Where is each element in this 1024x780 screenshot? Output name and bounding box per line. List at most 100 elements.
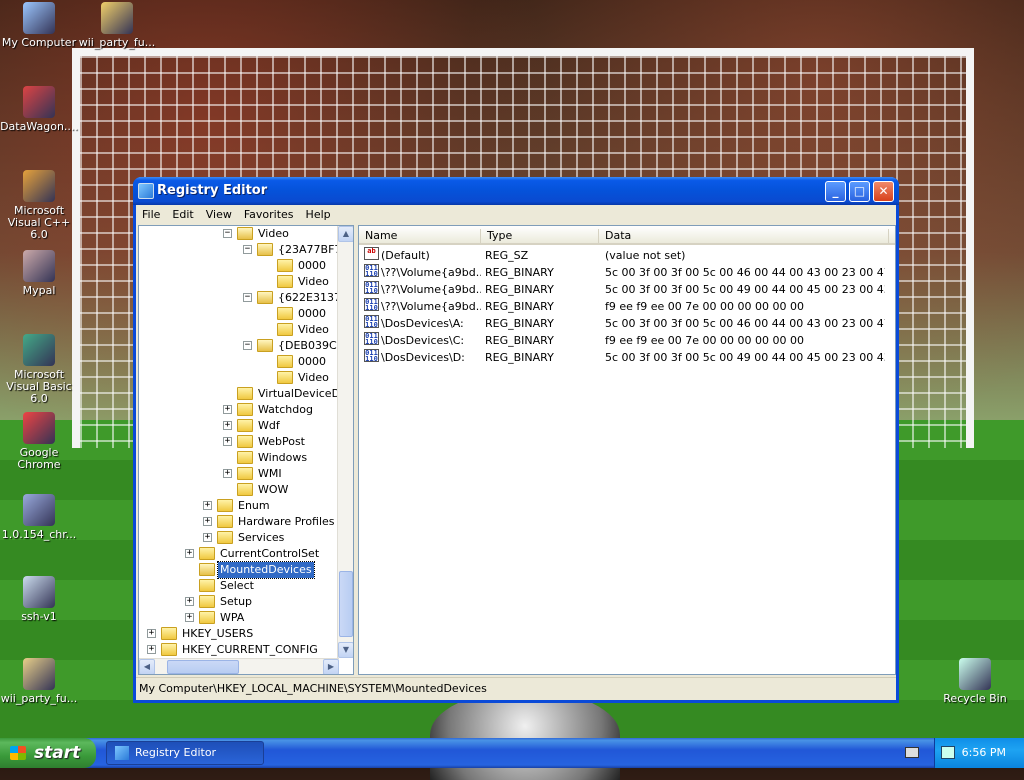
collapse-icon[interactable]: − xyxy=(243,293,252,302)
expand-icon[interactable]: + xyxy=(185,549,194,558)
clock[interactable]: 6:56 PM xyxy=(962,738,1006,768)
tree-item[interactable]: + Setup xyxy=(139,594,339,610)
start-label: start xyxy=(34,743,81,763)
collapse-icon[interactable]: − xyxy=(223,229,232,238)
tree-item[interactable]: Windows xyxy=(139,450,339,466)
expand-icon[interactable]: + xyxy=(223,421,232,430)
value-row[interactable]: 011 110 \??\Volume{a9bd... REG_BINARY f9 ee… xyxy=(359,298,895,315)
scroll-right-button[interactable]: ▶ xyxy=(323,659,339,674)
value-row[interactable]: 011 110 \??\Volume{a9bd... REG_BINARY 5c 00… xyxy=(359,264,895,281)
desktop-icon[interactable]: wii_party_fu... xyxy=(0,658,78,705)
desktop-icon[interactable]: Microsoft Visual Basic 6.0 xyxy=(0,334,78,405)
scroll-down-button[interactable]: ▼ xyxy=(338,642,353,658)
tree-item[interactable]: + CurrentControlSet xyxy=(139,546,339,562)
expand-icon[interactable]: + xyxy=(223,469,232,478)
binary-value-icon: 011 110 xyxy=(364,298,379,311)
tree-item[interactable]: + WMI xyxy=(139,466,339,482)
collapse-icon[interactable]: − xyxy=(243,341,252,350)
tree-item[interactable]: + HKEY_CURRENT_CONFIG xyxy=(139,642,339,658)
tree-item[interactable]: 0000 xyxy=(139,306,339,322)
tree-item[interactable]: Select xyxy=(139,578,339,594)
network-icon[interactable] xyxy=(941,746,955,759)
tree-item[interactable]: WOW xyxy=(139,482,339,498)
tree-item-label: {DEB039CC- xyxy=(278,339,339,352)
value-row[interactable]: 011 110 \DosDevices\A: REG_BINARY 5c 00 3f … xyxy=(359,315,895,332)
desktop-icon[interactable]: ssh-v1 xyxy=(0,576,78,623)
taskbar-button-registry-editor[interactable]: Registry Editor xyxy=(106,741,264,765)
scroll-up-button[interactable]: ▲ xyxy=(338,226,353,242)
expand-icon[interactable]: + xyxy=(223,405,232,414)
expand-icon[interactable]: + xyxy=(203,501,212,510)
tree-item[interactable]: + Services xyxy=(139,530,339,546)
keyboard-icon[interactable] xyxy=(905,747,919,758)
collapse-icon[interactable]: − xyxy=(243,245,252,254)
desktop-icon[interactable]: My Computer xyxy=(0,2,78,49)
tree-item[interactable]: + WPA xyxy=(139,610,339,626)
tree-item[interactable]: Video xyxy=(139,274,339,290)
folder-icon xyxy=(199,579,215,592)
expand-icon[interactable]: + xyxy=(203,517,212,526)
close-button[interactable]: ✕ xyxy=(873,181,894,202)
expand-icon[interactable]: + xyxy=(185,597,194,606)
value-data: (value not set) xyxy=(605,249,686,262)
binary-value-icon: 011 110 xyxy=(364,349,379,362)
column-type[interactable]: Type xyxy=(481,229,599,244)
scroll-left-button[interactable]: ◀ xyxy=(139,659,155,674)
tree-horizontal-scrollbar[interactable]: ◀ ▶ xyxy=(139,658,339,674)
values-list-pane: Name Type Data ab (Default) REG_SZ (value n… xyxy=(358,225,896,675)
tree-item[interactable]: VirtualDeviceDriv xyxy=(139,386,339,402)
tree-item[interactable]: + Hardware Profiles xyxy=(139,514,339,530)
desktop-icon[interactable]: Mypal xyxy=(0,250,78,297)
desktop-icon[interactable]: 1.0.154_chr... xyxy=(0,494,78,541)
menu-edit[interactable]: Edit xyxy=(166,205,199,221)
hscroll-thumb[interactable] xyxy=(167,660,239,674)
tree-item[interactable]: − {DEB039CC- xyxy=(139,338,339,354)
tree-item[interactable]: − {23A77BF7-E xyxy=(139,242,339,258)
tree-item[interactable]: + HKEY_USERS xyxy=(139,626,339,642)
expand-icon[interactable]: + xyxy=(203,533,212,542)
tree-item-label: HKEY_USERS xyxy=(182,627,254,640)
column-data[interactable]: Data xyxy=(599,229,889,244)
tree-item[interactable]: − Video xyxy=(139,226,339,242)
scroll-thumb[interactable] xyxy=(339,571,353,637)
title-bar[interactable]: Registry Editor _ □ ✕ xyxy=(133,177,899,205)
expand-icon[interactable]: + xyxy=(223,437,232,446)
desktop-icon[interactable]: Google Chrome xyxy=(0,412,78,471)
tree-item[interactable]: Video xyxy=(139,370,339,386)
desktop-icon[interactable]: wii_party_fu... xyxy=(78,2,156,49)
tree-item[interactable]: + Watchdog xyxy=(139,402,339,418)
menu-help[interactable]: Help xyxy=(300,205,337,221)
tree-item[interactable]: + WebPost xyxy=(139,434,339,450)
tree-item[interactable]: − {622E3137-3 xyxy=(139,290,339,306)
folder-open-icon xyxy=(257,243,273,256)
desktop-icon[interactable]: Recycle Bin xyxy=(936,658,1014,705)
maximize-button[interactable]: □ xyxy=(849,181,870,202)
expand-icon[interactable]: + xyxy=(185,613,194,622)
tree-item[interactable]: + Enum xyxy=(139,498,339,514)
desktop-icon-label: ssh-v1 xyxy=(21,610,57,623)
value-row[interactable]: ab (Default) REG_SZ (value not set) xyxy=(359,247,895,264)
value-data: 5c 00 3f 00 3f 00 5c 00 46 00 44 00 43 0… xyxy=(605,317,885,330)
tree-vertical-scrollbar[interactable]: ▲ ▼ xyxy=(337,226,353,658)
column-name[interactable]: Name xyxy=(359,229,481,244)
expand-icon[interactable]: + xyxy=(147,629,156,638)
menu-favorites[interactable]: Favorites xyxy=(238,205,300,221)
start-button[interactable]: start xyxy=(0,738,96,768)
menu-view[interactable]: View xyxy=(200,205,238,221)
menu-file[interactable]: File xyxy=(136,205,166,221)
value-row[interactable]: 011 110 \DosDevices\D: REG_BINARY 5c 00 3f … xyxy=(359,349,895,366)
tree-item[interactable]: MountedDevices xyxy=(139,561,339,579)
tree-item[interactable]: Video xyxy=(139,322,339,338)
tree-item[interactable]: + Wdf xyxy=(139,418,339,434)
tree-item[interactable]: 0000 xyxy=(139,258,339,274)
minimize-button[interactable]: _ xyxy=(825,181,846,202)
expand-icon[interactable]: + xyxy=(147,645,156,654)
tree-item[interactable]: 0000 xyxy=(139,354,339,370)
value-row[interactable]: 011 110 \DosDevices\C: REG_BINARY f9 ee f9 … xyxy=(359,332,895,349)
desktop-icon[interactable]: DataWagon.... xyxy=(0,86,78,133)
windows-logo-icon xyxy=(10,746,26,760)
folder-icon xyxy=(237,435,253,448)
folder-icon xyxy=(161,627,177,640)
value-row[interactable]: 011 110 \??\Volume{a9bd... REG_BINARY 5c 00… xyxy=(359,281,895,298)
desktop-icon[interactable]: Microsoft Visual C++ 6.0 xyxy=(0,170,78,241)
